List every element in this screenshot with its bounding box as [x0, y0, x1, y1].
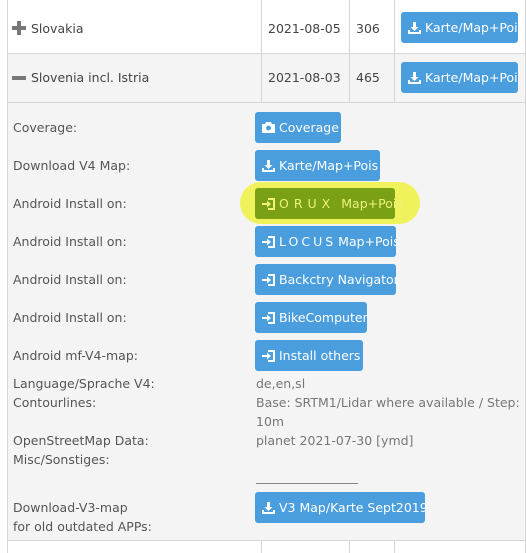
size-count: 465: [356, 70, 380, 85]
button-label: Karte/Map+Poi: [425, 70, 518, 85]
button-label: ORUX: [279, 196, 336, 211]
button-label: Install others: [279, 348, 361, 363]
country-name[interactable]: Slovakia: [31, 21, 83, 36]
osm-data-label: OpenStreetMap Data:: [13, 433, 149, 448]
download-map-button[interactable]: Karte/Map+Poi: [401, 62, 518, 93]
download-icon: [262, 159, 275, 172]
camera-icon: [262, 122, 275, 133]
column-divider: [261, 541, 262, 553]
android-mf-label: Android mf-V4-map:: [13, 348, 138, 363]
android-install-label: Android Install on:: [13, 310, 127, 325]
download-icon: [408, 71, 421, 84]
download-icon: [262, 501, 275, 514]
sign-in-icon: [262, 235, 275, 248]
v3-map-button[interactable]: V3 Map/Karte Sept2019: [255, 492, 428, 523]
update-date: 2021-08-03: [268, 70, 341, 85]
misc-separator: [256, 483, 358, 484]
button-label: Karte/Map+Pois: [279, 158, 379, 173]
misc-label: Misc/Sonstiges:: [13, 452, 110, 467]
update-date: 2021-08-05: [268, 21, 341, 36]
android-install-label: Android Install on:: [13, 196, 127, 211]
download-map-button[interactable]: Karte/Map+Poi: [401, 12, 518, 43]
button-label: Backctry Navigator: [279, 272, 399, 287]
locus-install-button[interactable]: LOCUS Map+Pois: [255, 226, 400, 257]
column-divider: [349, 541, 350, 553]
contourlines-value-step: 10m: [256, 414, 285, 429]
sign-in-icon: [262, 273, 275, 286]
download-v3-label: Download-V3-map: [13, 500, 128, 515]
android-install-label: Android Install on:: [13, 272, 127, 287]
divider: [7, 102, 525, 103]
button-label: BikeComputer: [279, 310, 368, 325]
language-label: Language/Sprache V4:: [13, 376, 155, 391]
size-count: 306: [356, 21, 380, 36]
sign-in-icon: [262, 197, 275, 210]
download-v4-map-button[interactable]: Karte/Map+Pois: [255, 150, 380, 181]
android-install-label: Android Install on:: [13, 234, 127, 249]
table-border: [7, 0, 8, 553]
download-v3-label-sub: for old outdated APPs:: [13, 519, 152, 534]
column-divider: [349, 0, 350, 102]
button-label: V3 Map/Karte Sept2019: [279, 500, 428, 515]
coverage-button[interactable]: Coverage: [255, 112, 341, 143]
button-label: Map+Pois: [341, 196, 403, 211]
button-label: Map+Pois: [338, 234, 400, 249]
column-divider: [261, 0, 262, 102]
download-v4-label: Download V4 Map:: [13, 158, 131, 173]
minus-icon[interactable]: [12, 71, 26, 85]
divider: [7, 540, 525, 541]
sign-in-icon: [262, 311, 275, 324]
column-divider: [394, 0, 395, 102]
plus-icon[interactable]: [12, 21, 26, 35]
bikecomputer-button[interactable]: BikeComputer: [255, 302, 368, 333]
contourlines-label: Contourlines:: [13, 395, 97, 410]
button-label: Karte/Map+Poi: [425, 20, 518, 35]
backcountry-navigator-button[interactable]: Backctry Navigator: [255, 264, 399, 295]
install-others-button[interactable]: Install others: [255, 340, 363, 371]
contourlines-value: Base: SRTM1/Lidar where available / Step…: [256, 395, 520, 410]
language-value: de,en,sl: [256, 376, 306, 391]
orux-install-button[interactable]: ORUX Map+Pois: [255, 188, 403, 219]
osm-data-value: planet 2021-07-30 [ymd]: [256, 433, 414, 448]
download-icon: [408, 21, 421, 34]
divider: [7, 53, 525, 54]
coverage-label: Coverage:: [13, 120, 78, 135]
column-divider: [394, 541, 395, 553]
button-label: LOCUS: [279, 234, 337, 249]
country-name[interactable]: Slovenia incl. Istria: [31, 70, 149, 85]
sign-in-icon: [262, 349, 275, 362]
button-label: Coverage: [279, 120, 339, 135]
